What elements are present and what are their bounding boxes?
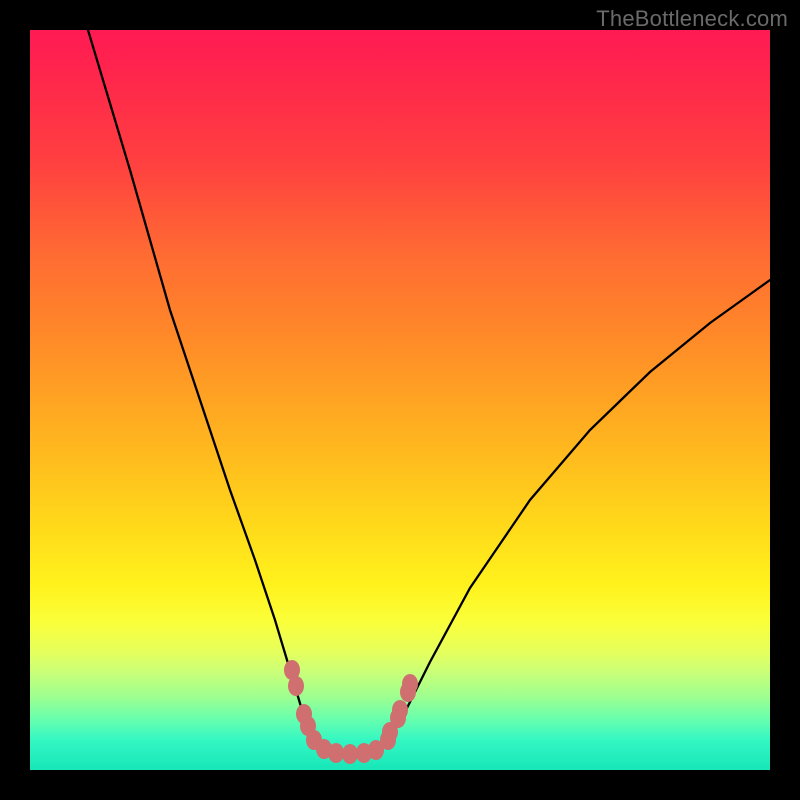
series-left-branch bbox=[88, 30, 322, 748]
highlight-dot bbox=[392, 700, 408, 720]
series-right-branch bbox=[382, 280, 770, 748]
highlight-dot bbox=[288, 676, 304, 696]
curve-layer bbox=[30, 30, 770, 770]
highlight-dot bbox=[402, 674, 418, 694]
watermark-text: TheBottleneck.com bbox=[596, 6, 788, 32]
highlight-markers bbox=[284, 660, 418, 764]
chart-stage: TheBottleneck.com bbox=[0, 0, 800, 800]
highlight-dot bbox=[328, 743, 344, 763]
plot-area bbox=[30, 30, 770, 770]
highlight-dot bbox=[342, 744, 358, 764]
